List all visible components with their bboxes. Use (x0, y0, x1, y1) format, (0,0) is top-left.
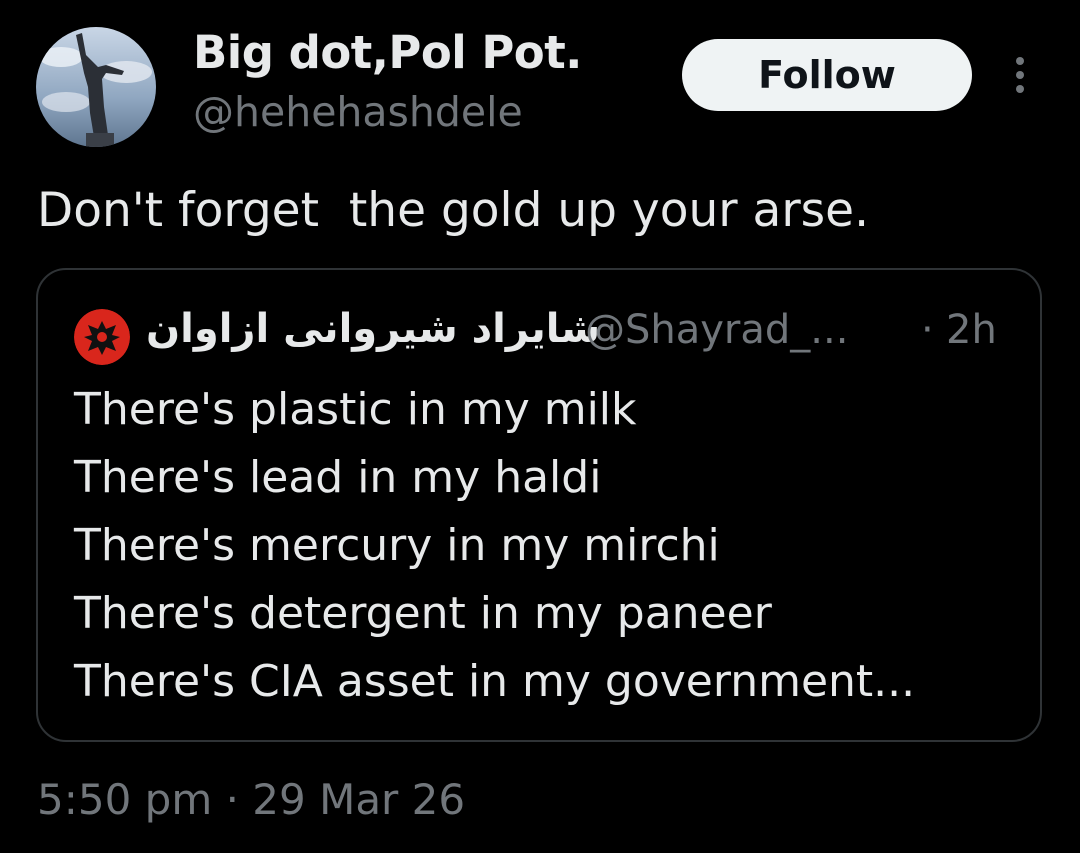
tweet-timestamp[interactable]: 5:50 pm · 29 Mar 26 (37, 775, 465, 824)
author-avatar[interactable] (36, 27, 156, 147)
quoted-tweet-body: There's plastic in my milk There's lead … (74, 376, 915, 716)
follow-button[interactable]: Follow (682, 39, 972, 111)
tweet-text: Don't forget the gold up your arse. (37, 183, 870, 238)
quoted-line: There's mercury in my mirchi (74, 520, 720, 571)
author-handle[interactable]: @hehehashdele (193, 88, 523, 136)
quoted-separator: · (921, 307, 934, 353)
quoted-line: There's detergent in my paneer (74, 588, 772, 639)
quoted-line: There's CIA asset in my government... (74, 656, 916, 707)
more-vertical-icon[interactable] (1008, 55, 1032, 95)
quoted-handle[interactable]: @Shayrad_... (585, 307, 848, 353)
quoted-line: There's plastic in my milk (74, 384, 637, 435)
author-display-name[interactable]: Big dot,Pol Pot. (193, 26, 582, 79)
eagle-emblem-avatar-icon (74, 309, 130, 365)
quoted-time[interactable]: 2h (946, 307, 997, 353)
statue-avatar-icon (36, 27, 156, 147)
quoted-tweet-card[interactable]: شايراد شيروانى ازاوان @Shayrad_... · 2h … (36, 268, 1042, 742)
quoted-display-name[interactable]: شايراد شيروانى ازاوان (146, 306, 600, 352)
quoted-line: There's lead in my haldi (74, 452, 602, 503)
